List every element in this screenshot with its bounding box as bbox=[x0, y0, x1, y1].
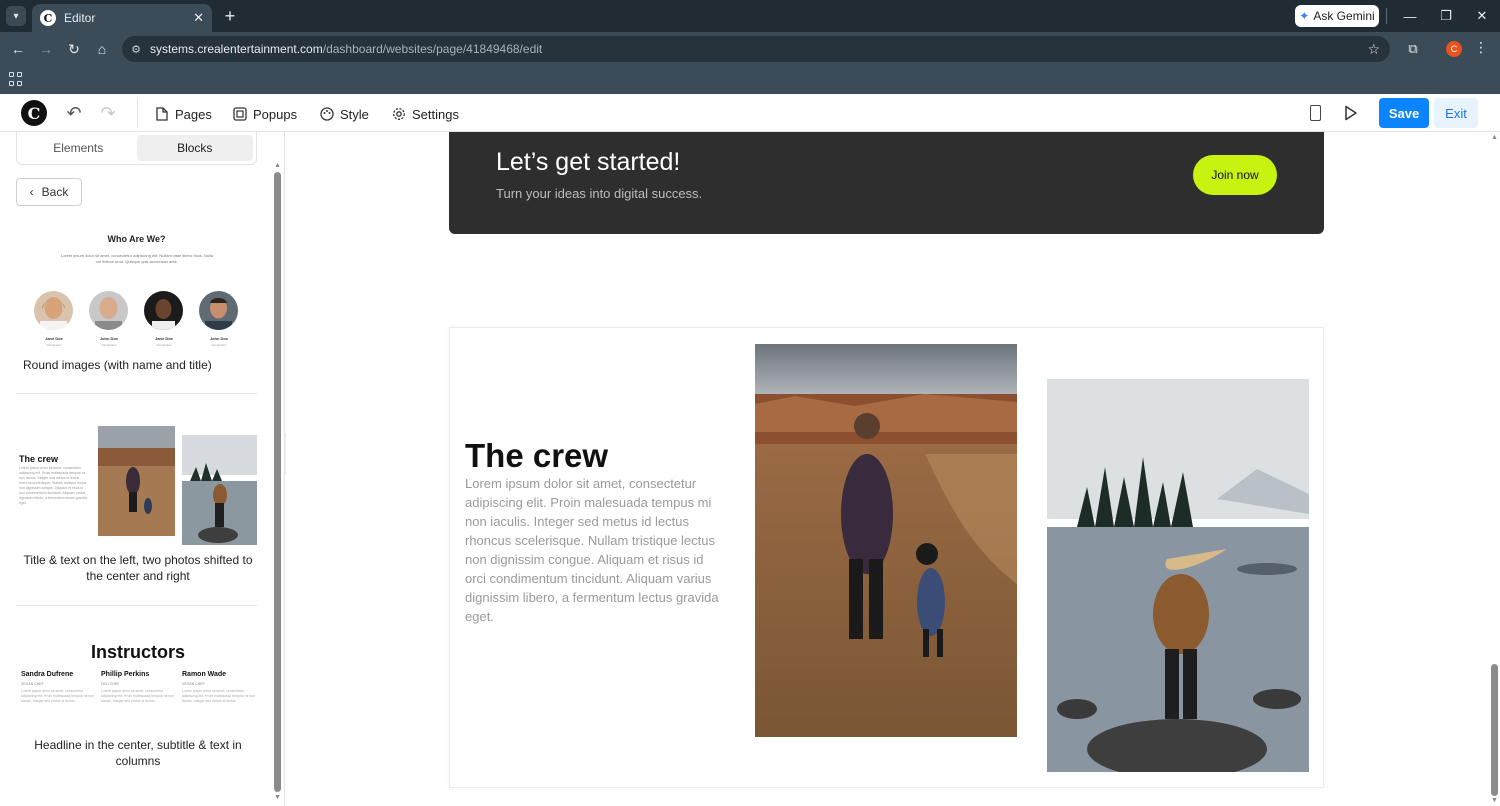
preview-photo-lake bbox=[182, 435, 257, 545]
sidebar-tabs: Elements Blocks bbox=[16, 132, 257, 165]
cta-subtitle: Turn your ideas into digital success. bbox=[496, 186, 703, 201]
play-preview-icon[interactable] bbox=[1344, 105, 1358, 121]
preview-title: The crew bbox=[19, 454, 59, 464]
chevron-left-icon: ‹ bbox=[29, 185, 34, 199]
apps-grid-icon[interactable] bbox=[9, 72, 23, 86]
gear-icon bbox=[392, 107, 406, 121]
tab-title: Editor bbox=[64, 11, 96, 25]
person-role: Occupation bbox=[156, 343, 172, 347]
settings-menu[interactable]: Settings bbox=[392, 104, 459, 124]
exit-button[interactable]: Exit bbox=[1434, 98, 1478, 128]
ask-gemini-label: Ask Gemini bbox=[1313, 9, 1375, 23]
preview-text: Lorem ipsum dolor sit amet, consectetur … bbox=[19, 466, 88, 505]
browser-tabstrip: ▾ C Editor ✕ + ✦ Ask Gemini — ❐ ✕ bbox=[0, 0, 1500, 32]
person-name: Jane Doe bbox=[155, 336, 173, 341]
scroll-up-arrow-icon[interactable]: ▲ bbox=[274, 162, 281, 169]
restore-icon[interactable]: ❐ bbox=[1436, 6, 1456, 26]
preview-text: Lorem ipsum dolor sit amet, consectetur … bbox=[60, 253, 214, 264]
person-role: Occupation bbox=[101, 343, 117, 347]
crew-text: Lorem ipsum dolor sit amet, consectetur … bbox=[465, 476, 719, 624]
home-icon[interactable]: ⌂ bbox=[92, 39, 112, 59]
blocks-sidebar: Elements Blocks ‹ Back Who Are We? Lorem… bbox=[0, 132, 285, 806]
ask-gemini-button[interactable]: ✦ Ask Gemini bbox=[1295, 5, 1379, 27]
photo-hiker-lake[interactable] bbox=[1047, 379, 1309, 772]
block-caption: Title & text on the left, two photos shi… bbox=[23, 553, 253, 583]
person-name: John Doe bbox=[99, 336, 119, 341]
page-icon bbox=[155, 107, 169, 121]
person-role: Occupation bbox=[211, 343, 227, 347]
pages-label: Pages bbox=[175, 106, 212, 122]
block-caption: Round images (with name and title) bbox=[23, 358, 212, 372]
preview-column: Sandra Dufrene VEGAN CHEF Lorem ipsum do… bbox=[21, 671, 95, 703]
brand-logo[interactable]: C bbox=[21, 100, 47, 126]
person-name: John Doe bbox=[209, 336, 229, 341]
divider bbox=[137, 98, 138, 128]
tab-blocks[interactable]: Blocks bbox=[136, 135, 253, 161]
person-role: Occupation bbox=[46, 343, 62, 347]
settings-label: Settings bbox=[412, 106, 459, 122]
save-button[interactable]: Save bbox=[1379, 98, 1429, 128]
photo-hiker-desert[interactable] bbox=[755, 344, 1017, 737]
preview-column: Ramon Wade VEGAN CHEF Lorem ipsum dolor … bbox=[182, 671, 256, 703]
browser-menu-icon[interactable]: ⋮ bbox=[1474, 39, 1488, 56]
preview-photo-desert bbox=[98, 426, 175, 536]
site-favicon-icon: C bbox=[40, 10, 56, 26]
avatar bbox=[89, 291, 128, 330]
undo-icon[interactable]: ↶ bbox=[64, 103, 84, 123]
divider bbox=[16, 393, 257, 394]
extensions-icon[interactable]: ⧉ bbox=[1404, 40, 1422, 58]
crew-section[interactable]: The crew Lorem ipsum dolor sit amet, con… bbox=[449, 327, 1324, 788]
pages-menu[interactable]: Pages bbox=[155, 104, 212, 124]
preview-title: Who Are We? bbox=[107, 234, 166, 244]
browser-toolbar: ← → ↻ ⌂ ⚙ systems.crealentertainment.com… bbox=[0, 32, 1500, 66]
redo-icon[interactable]: ↷ bbox=[98, 103, 118, 123]
cta-title: Let’s get started! bbox=[496, 148, 681, 176]
tab-search-icon[interactable]: ▾ bbox=[6, 6, 26, 26]
join-now-button[interactable]: Join now bbox=[1193, 155, 1277, 195]
bookmarks-bar bbox=[0, 66, 1500, 94]
tab-elements[interactable]: Elements bbox=[20, 135, 137, 161]
browser-tab[interactable]: C Editor ✕ bbox=[32, 4, 212, 32]
window-close-icon[interactable]: ✕ bbox=[1472, 6, 1492, 26]
address-bar[interactable]: ⚙ systems.crealentertainment.com/dashboa… bbox=[122, 36, 1390, 62]
block-caption: Headline in the center, subtitle & text … bbox=[34, 738, 242, 768]
style-menu[interactable]: Style bbox=[320, 104, 369, 124]
back-label: Back bbox=[41, 185, 69, 199]
scroll-up-arrow-icon[interactable]: ▲ bbox=[1491, 134, 1498, 141]
scroll-down-arrow-icon[interactable]: ▼ bbox=[1491, 797, 1498, 804]
gemini-sparkle-icon: ✦ bbox=[1299, 9, 1310, 23]
tab-close-icon[interactable]: ✕ bbox=[193, 10, 204, 26]
mobile-preview-icon[interactable] bbox=[1310, 105, 1321, 121]
popups-label: Popups bbox=[253, 106, 298, 122]
profile-avatar[interactable]: C bbox=[1446, 41, 1462, 57]
person-name: Jane Doe bbox=[45, 336, 63, 341]
back-button[interactable]: ‹ Back bbox=[16, 178, 82, 206]
palette-icon bbox=[320, 107, 334, 121]
new-tab-icon[interactable]: + bbox=[220, 6, 240, 26]
forward-arrow-icon[interactable]: → bbox=[36, 39, 56, 59]
popup-icon bbox=[233, 107, 247, 121]
avatar bbox=[199, 291, 238, 330]
site-info-icon[interactable]: ⚙ bbox=[122, 43, 150, 56]
avatar bbox=[34, 291, 73, 330]
divider bbox=[1386, 8, 1387, 24]
bookmark-star-icon[interactable]: ☆ bbox=[1367, 41, 1380, 58]
editor-toolbar: C ↶ ↷ Pages Popups Style Settings Save E… bbox=[0, 94, 1500, 132]
preview-column: Phillip Perkins DELI CHEF Lorem ipsum do… bbox=[101, 671, 175, 703]
minimize-icon[interactable]: — bbox=[1400, 6, 1420, 26]
back-arrow-icon[interactable]: ← bbox=[8, 39, 28, 59]
canvas-scrollbar[interactable] bbox=[1491, 664, 1498, 796]
popups-menu[interactable]: Popups bbox=[233, 104, 297, 124]
divider bbox=[16, 605, 257, 606]
scroll-down-arrow-icon[interactable]: ▼ bbox=[274, 794, 281, 801]
sidebar-scrollbar[interactable] bbox=[274, 172, 281, 792]
url-text: systems.crealentertainment.com/dashboard… bbox=[150, 42, 543, 56]
style-label: Style bbox=[340, 106, 369, 122]
preview-title: Instructors bbox=[90, 642, 186, 662]
reload-icon[interactable]: ↻ bbox=[64, 39, 84, 59]
cta-section[interactable]: Let’s get started! Turn your ideas into … bbox=[449, 132, 1324, 234]
avatar bbox=[144, 291, 183, 330]
crew-title: The crew bbox=[465, 437, 609, 474]
